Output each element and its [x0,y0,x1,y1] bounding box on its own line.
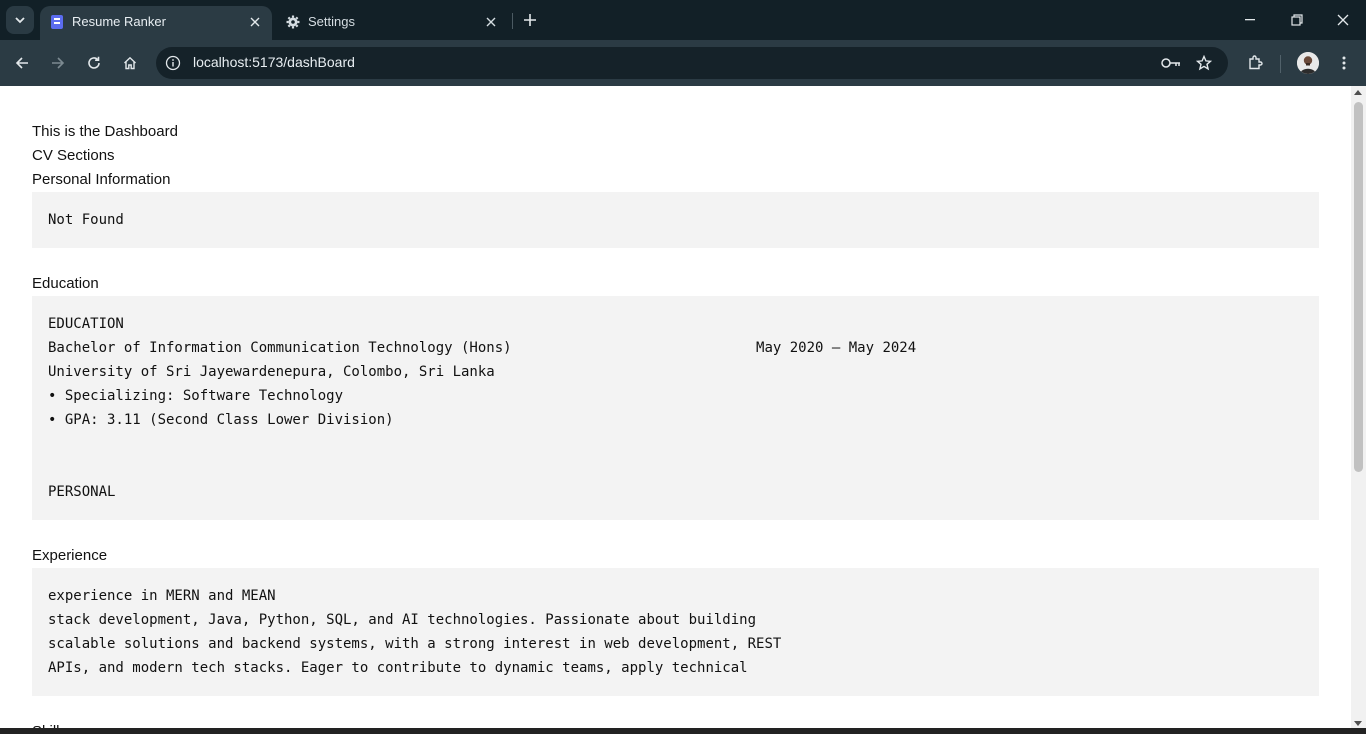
password-key-icon[interactable] [1160,53,1182,73]
puzzle-icon [1249,55,1263,70]
personal-info-heading: Personal Information [32,171,171,188]
extensions-button[interactable] [1241,49,1269,77]
tab-title: Settings [308,14,355,29]
personal-info-content: Not Found [32,192,1319,248]
browser-menu-button[interactable] [1330,49,1358,77]
dashboard-title: This is the Dashboard [32,123,178,140]
close-tab-icon[interactable] [482,13,500,31]
tab-search-button[interactable] [6,6,34,34]
gear-icon [286,14,300,30]
close-icon [1337,14,1349,26]
education-heading: Education [32,275,99,292]
minimize-icon [1245,19,1255,21]
dashboard-content: This is the Dashboard CV Sections Person… [32,120,1319,734]
site-info-icon[interactable] [164,54,182,72]
close-window-button[interactable] [1320,0,1366,40]
restore-icon [1291,14,1303,26]
back-button[interactable] [8,49,36,77]
experience-content: experience in MERN and MEAN stack develo… [32,568,1319,696]
arrow-right-icon [52,57,65,69]
scroll-down-arrow-icon[interactable] [1354,721,1362,726]
bookmark-star-icon[interactable] [1193,53,1215,73]
tab-separator [512,13,513,29]
tab-settings[interactable]: Settings [276,6,508,40]
page-viewport: This is the Dashboard CV Sections Person… [0,86,1366,734]
chevron-down-icon [15,17,25,24]
education-content: EDUCATION Bachelor of Information Commun… [32,296,1319,520]
toolbar-separator [1280,55,1281,73]
arrow-left-icon [15,57,28,69]
address-bar[interactable]: localhost:5173/dashBoard [156,47,1228,79]
plus-icon [524,14,536,26]
more-vertical-icon [1342,56,1346,70]
tab-title: Resume Ranker [72,14,166,29]
cv-sections-label: CV Sections [32,147,115,164]
reload-button[interactable] [80,49,108,77]
scrollbar-thumb[interactable] [1354,102,1363,472]
profile-avatar[interactable] [1297,52,1319,74]
app-favicon-icon [50,14,64,30]
home-button[interactable] [116,49,144,77]
reload-icon [88,56,100,69]
avatar-icon [1297,52,1319,74]
minimize-button[interactable] [1228,0,1274,40]
browser-toolbar: localhost:5173/dashBoard [0,40,1366,86]
experience-heading: Experience [32,547,108,564]
tab-strip: Resume Ranker Settings [0,0,1366,40]
scroll-up-arrow-icon[interactable] [1354,90,1362,95]
window-bottom-edge [0,728,1366,734]
forward-button[interactable] [44,49,72,77]
close-tab-icon[interactable] [246,13,264,31]
home-icon [124,56,136,70]
url-text: localhost:5173/dashBoard [193,54,355,70]
restore-button[interactable] [1274,0,1320,40]
page-scrollbar[interactable] [1351,86,1366,728]
new-tab-button[interactable] [518,8,542,32]
tab-resume-ranker[interactable]: Resume Ranker [40,6,272,40]
